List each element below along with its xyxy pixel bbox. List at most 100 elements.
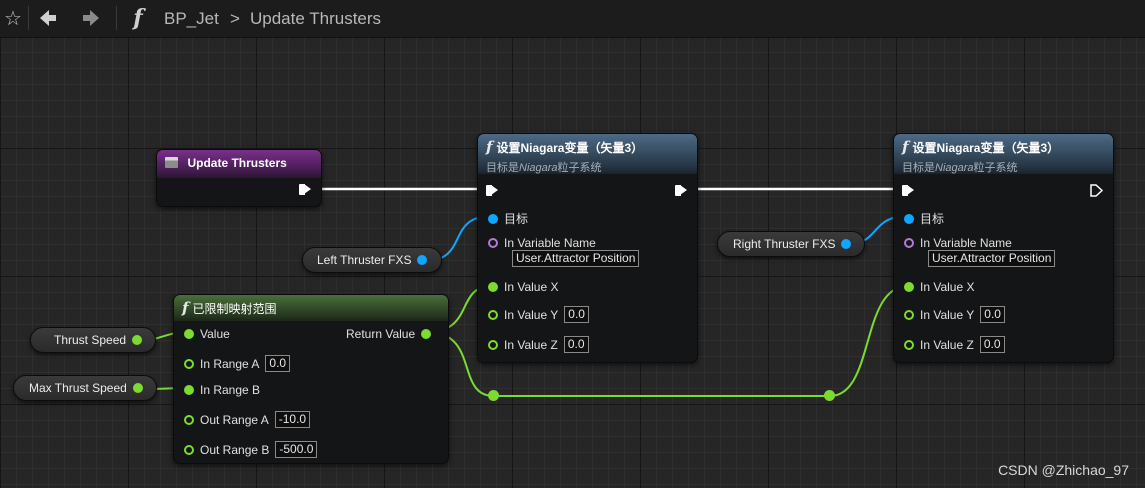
value-y-input[interactable]: 0.0 — [980, 306, 1005, 323]
function-entry-node[interactable]: Update Thrusters — [156, 149, 322, 207]
variable-name-input[interactable]: User.Attractor Position — [928, 250, 1056, 267]
float-pin-icon — [184, 385, 194, 395]
pin-label: In Value Z — [504, 337, 558, 352]
pin-label: In Variable Name — [504, 236, 596, 250]
variable-label: Right Thruster FXS — [733, 237, 836, 251]
exec-in-pin[interactable] — [486, 184, 499, 197]
target-pin[interactable]: 目标 — [488, 210, 528, 227]
function-icon: f — [486, 138, 493, 156]
exec-pin-outline-icon — [1090, 184, 1103, 197]
value-y-pin[interactable]: In Value Y 0.0 — [488, 306, 589, 323]
float-pin-icon — [904, 309, 914, 320]
exec-pin-icon — [486, 184, 499, 197]
star-icon[interactable]: ☆ — [0, 5, 26, 31]
subtitle-prefix: 目标是 — [486, 162, 519, 174]
return-value-pin[interactable]: Return Value — [346, 327, 432, 341]
reroute-node[interactable] — [488, 390, 499, 401]
float-pin-icon — [184, 444, 194, 455]
pin-label: Out Range A — [200, 412, 269, 427]
exec-out-pin[interactable] — [1090, 184, 1103, 197]
name-pin-icon — [488, 238, 498, 248]
pin-label: 目标 — [920, 212, 945, 226]
float-pin-icon — [488, 339, 498, 350]
variable-name-field[interactable]: User.Attractor Position — [508, 250, 640, 267]
float-pin-icon — [488, 282, 498, 292]
value-y-pin[interactable]: In Value Y 0.0 — [904, 306, 1005, 323]
node-title: Update Thrusters — [187, 156, 287, 170]
value-z-pin[interactable]: In Value Z 0.0 — [904, 336, 1005, 353]
out-range-b-pin[interactable]: Out Range B -500.0 — [184, 441, 318, 458]
float-pin-icon[interactable] — [132, 335, 143, 345]
object-pin-icon — [904, 213, 914, 224]
variable-name-field[interactable]: User.Attractor Position — [924, 250, 1056, 267]
watermark: CSDN @Zhichao_97 — [998, 462, 1129, 478]
float-pin-icon — [184, 329, 194, 339]
value-z-pin[interactable]: In Value Z 0.0 — [488, 336, 589, 353]
in-range-a-input[interactable]: 0.0 — [265, 355, 291, 372]
subtitle-italic: Niagara — [935, 162, 974, 174]
value-z-input[interactable]: 0.0 — [979, 336, 1005, 353]
pin-label: In Range A — [200, 356, 260, 371]
breadcrumb-root[interactable]: BP_Jet — [164, 9, 219, 29]
variable-name-pin[interactable]: In Variable Name — [904, 236, 1012, 250]
value-x-pin[interactable]: In Value X — [904, 280, 974, 294]
out-range-b-input[interactable]: -500.0 — [275, 441, 318, 458]
node-header: f 设置Niagara变量（矢量3） 目标是Niagara粒子系统 — [478, 134, 697, 174]
pin-label: 目标 — [504, 212, 529, 226]
breadcrumb-separator: > — [230, 9, 240, 28]
pin-label: In Value X — [920, 280, 975, 294]
exec-pin-icon — [902, 184, 915, 197]
pin-label: In Range B — [200, 383, 261, 397]
pin-label: In Value X — [504, 280, 559, 294]
value-in-pin[interactable]: Value — [184, 327, 230, 341]
event-icon — [165, 157, 178, 168]
float-pin-icon — [488, 309, 498, 320]
variable-label: Max Thrust Speed — [29, 381, 127, 395]
out-range-a-input[interactable]: -10.0 — [274, 411, 311, 428]
pin-label: Out Range B — [200, 442, 270, 457]
node-title: 已限制映射范围 — [192, 302, 277, 316]
exec-in-pin[interactable] — [902, 184, 915, 197]
float-pin-icon[interactable] — [132, 383, 143, 393]
set-niagara-variable-node-left[interactable]: f 设置Niagara变量（矢量3） 目标是Niagara粒子系统 目标 In V… — [477, 133, 698, 363]
map-range-clamped-node[interactable]: f 已限制映射范围 Value Return Value In Range A 0.… — [173, 294, 449, 464]
node-subtitle: 目标是Niagara粒子系统 — [902, 159, 1105, 175]
float-pin-icon — [904, 282, 914, 292]
target-pin[interactable]: 目标 — [904, 210, 944, 227]
thrust-speed-getter[interactable]: Thrust Speed — [30, 327, 156, 353]
function-icon: f — [182, 299, 189, 317]
set-niagara-variable-node-right[interactable]: f 设置Niagara变量（矢量3） 目标是Niagara粒子系统 目标 In V… — [893, 133, 1114, 363]
left-thruster-fxs-getter[interactable]: Left Thruster FXS — [302, 247, 442, 273]
float-pin-icon — [184, 358, 194, 369]
in-range-a-pin[interactable]: In Range A 0.0 — [184, 355, 291, 372]
exec-out-pin[interactable] — [299, 183, 312, 196]
reroute-node[interactable] — [824, 390, 835, 401]
in-range-b-pin[interactable]: In Range B — [184, 383, 260, 397]
pin-label: Return Value — [346, 327, 416, 341]
out-range-a-pin[interactable]: Out Range A -10.0 — [184, 411, 311, 428]
value-z-input[interactable]: 0.0 — [563, 336, 589, 353]
function-icon: f — [902, 138, 909, 156]
value-x-pin[interactable]: In Value X — [488, 280, 558, 294]
pin-label: In Variable Name — [920, 236, 1012, 250]
float-pin-icon — [184, 414, 194, 425]
variable-name-input[interactable]: User.Attractor Position — [512, 250, 640, 267]
back-arrow-icon[interactable] — [35, 5, 61, 31]
forward-arrow-icon[interactable] — [78, 5, 104, 31]
node-header: f 设置Niagara变量（矢量3） 目标是Niagara粒子系统 — [894, 134, 1113, 174]
node-subtitle: 目标是Niagara粒子系统 — [486, 159, 689, 175]
value-y-input[interactable]: 0.0 — [564, 306, 589, 323]
variable-label: Left Thruster FXS — [317, 253, 412, 267]
right-thruster-fxs-getter[interactable]: Right Thruster FXS — [717, 231, 865, 257]
object-pin-icon[interactable] — [417, 255, 428, 265]
exec-out-pin[interactable] — [675, 184, 688, 197]
subtitle-suffix: 粒子系统 — [973, 162, 1018, 174]
node-header: Update Thrusters — [157, 150, 321, 178]
max-thrust-speed-getter[interactable]: Max Thrust Speed — [13, 375, 157, 401]
float-pin-icon — [421, 329, 432, 339]
object-pin-icon[interactable] — [841, 239, 852, 249]
node-title: 设置Niagara变量（矢量3） — [496, 141, 644, 155]
pin-label: Value — [200, 327, 230, 341]
variable-name-pin[interactable]: In Variable Name — [488, 236, 596, 250]
function-icon: f — [133, 5, 143, 31]
